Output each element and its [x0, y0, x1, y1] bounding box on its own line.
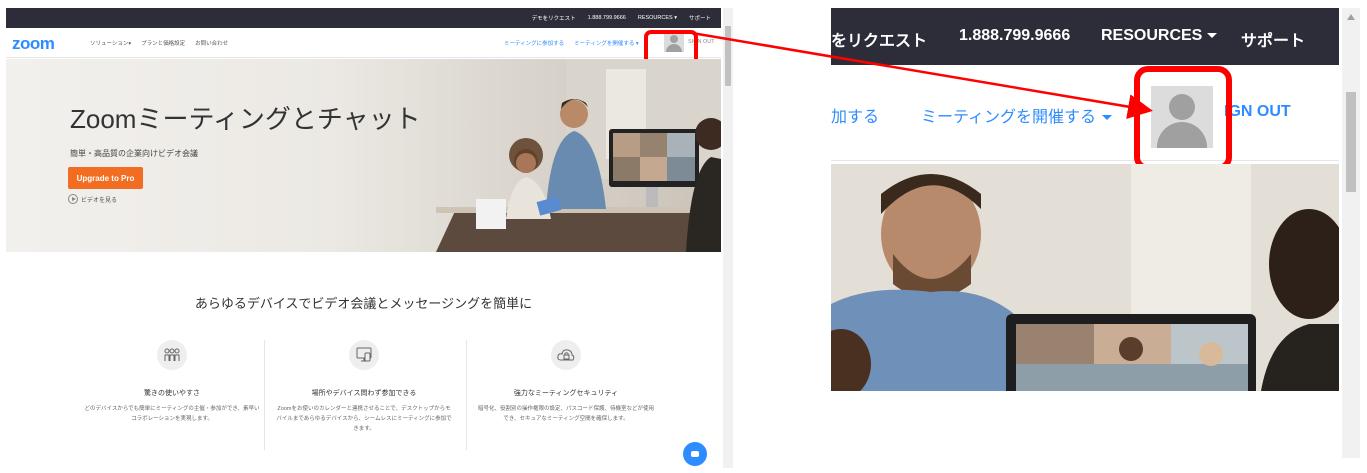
request-demo-partial[interactable]: をリクエスト: [831, 27, 927, 51]
feature-description: Zoomをお使いのカレンダーと連携させることで、デスクトップからモバイルまであら…: [276, 406, 452, 432]
feature-title: 場所やデバイス問わず参加できる: [311, 390, 417, 397]
hero-banner: Zoomミーティングとチャット 簡単・高品質の企業向けビデオ会議 Upgrade…: [6, 59, 721, 252]
feature-description: どのデバイスからでも簡単にミーティングの主催・参加ができ、素早いコラボレーション…: [84, 406, 260, 422]
nav-solutions[interactable]: ソリューション▾: [90, 39, 131, 47]
zoomed-host-meeting-menu[interactable]: ミーティングを開催する: [921, 103, 1113, 127]
section-title: あらゆるデバイスでビデオ会議とメッセージングを簡単に: [194, 296, 533, 311]
upgrade-to-pro-button[interactable]: Upgrade to Pro: [68, 167, 143, 189]
zoomed-view: をリクエスト 1.888.799.9666 RESOURCES サポート 加する…: [831, 8, 1339, 391]
scroll-up-arrow-icon: [1347, 14, 1355, 20]
primary-nav: ソリューション▾ プランと価格設定 お問い合わせ: [90, 39, 228, 47]
chevron-down-icon: [1102, 115, 1113, 121]
resources-menu[interactable]: RESOURCES ▾: [638, 15, 677, 21]
feature-description: 暗号化、役割別の操作権限の設定、パスコード保護、待機室などが使用でき、セキュアな…: [478, 406, 655, 422]
zoom-homepage: デモをリクエスト 1.888.799.9666 RESOURCES ▾ サポート…: [6, 8, 721, 468]
zoomed-support-link[interactable]: サポート: [1241, 27, 1305, 51]
devices-icon: [349, 340, 379, 370]
cloud-lock-icon: [551, 340, 581, 370]
feature-any-device: 場所やデバイス問わず参加できる Zoomをお使いのカレンダーと連携させることで、…: [264, 340, 464, 435]
request-demo-link[interactable]: デモをリクエスト: [532, 14, 576, 22]
host-meeting-menu[interactable]: ミーティングを開催する ▾: [574, 39, 638, 47]
nav-contact[interactable]: お問い合わせ: [195, 39, 228, 47]
nav-plans[interactable]: プランと価格設定: [141, 39, 185, 47]
join-partial-link[interactable]: 加する: [831, 103, 879, 127]
top-utility-bar: デモをリクエスト 1.888.799.9666 RESOURCES ▾ サポート: [6, 8, 721, 28]
phone-number[interactable]: 1.888.799.9666: [588, 15, 626, 21]
zoomed-photo-art: [831, 164, 1339, 391]
main-navbar: zoom ソリューション▾ プランと価格設定 お問い合わせ ミーティングに参加す…: [6, 28, 721, 58]
watch-video-label: ビデオを見る: [81, 197, 118, 204]
people-icon: [157, 340, 187, 370]
zoomed-phone[interactable]: 1.888.799.9666: [959, 27, 1070, 45]
feature-ease-of-use: 驚きの使いやすさ どのデバイスからでも簡単にミーティングの主催・参加ができ、素早…: [72, 340, 272, 425]
feature-title: 強力なミーティングセキュリティ: [513, 390, 619, 397]
zoomed-resources-menu[interactable]: RESOURCES: [1101, 27, 1218, 45]
zoomed-top-bar: をリクエスト 1.888.799.9666 RESOURCES サポート: [831, 8, 1339, 65]
hero-title: Zoomミーティングとチャット: [70, 104, 421, 134]
left-scrollbar[interactable]: [723, 8, 733, 468]
hero-subtitle: 簡単・高品質の企業向けビデオ会議: [70, 149, 198, 158]
right-scrollbar[interactable]: [1342, 8, 1360, 458]
chevron-down-icon: [1207, 33, 1218, 39]
feature-security: 強力なミーティングセキュリティ 暗号化、役割別の操作権限の設定、パスコード保護、…: [466, 340, 666, 425]
highlight-box-large: [1134, 66, 1232, 171]
watch-video-link[interactable]: ビデオを見る: [68, 194, 117, 204]
zoomed-sign-out-link[interactable]: IGN OUT: [1224, 103, 1291, 121]
join-meeting-link[interactable]: ミーティングに参加する: [504, 39, 564, 47]
feature-title: 驚きの使いやすさ: [144, 390, 200, 397]
screenshot-stage: デモをリクエスト 1.888.799.9666 RESOURCES ▾ サポート…: [0, 0, 1367, 473]
support-link[interactable]: サポート: [689, 14, 711, 22]
zoom-logo[interactable]: zoom: [12, 34, 55, 54]
chat-bubble-icon[interactable]: [683, 442, 707, 466]
play-icon: [68, 194, 78, 204]
zoomed-hero-photo: [831, 164, 1339, 391]
meeting-actions: ミーティングに参加する ミーティングを開催する ▾: [504, 39, 639, 47]
